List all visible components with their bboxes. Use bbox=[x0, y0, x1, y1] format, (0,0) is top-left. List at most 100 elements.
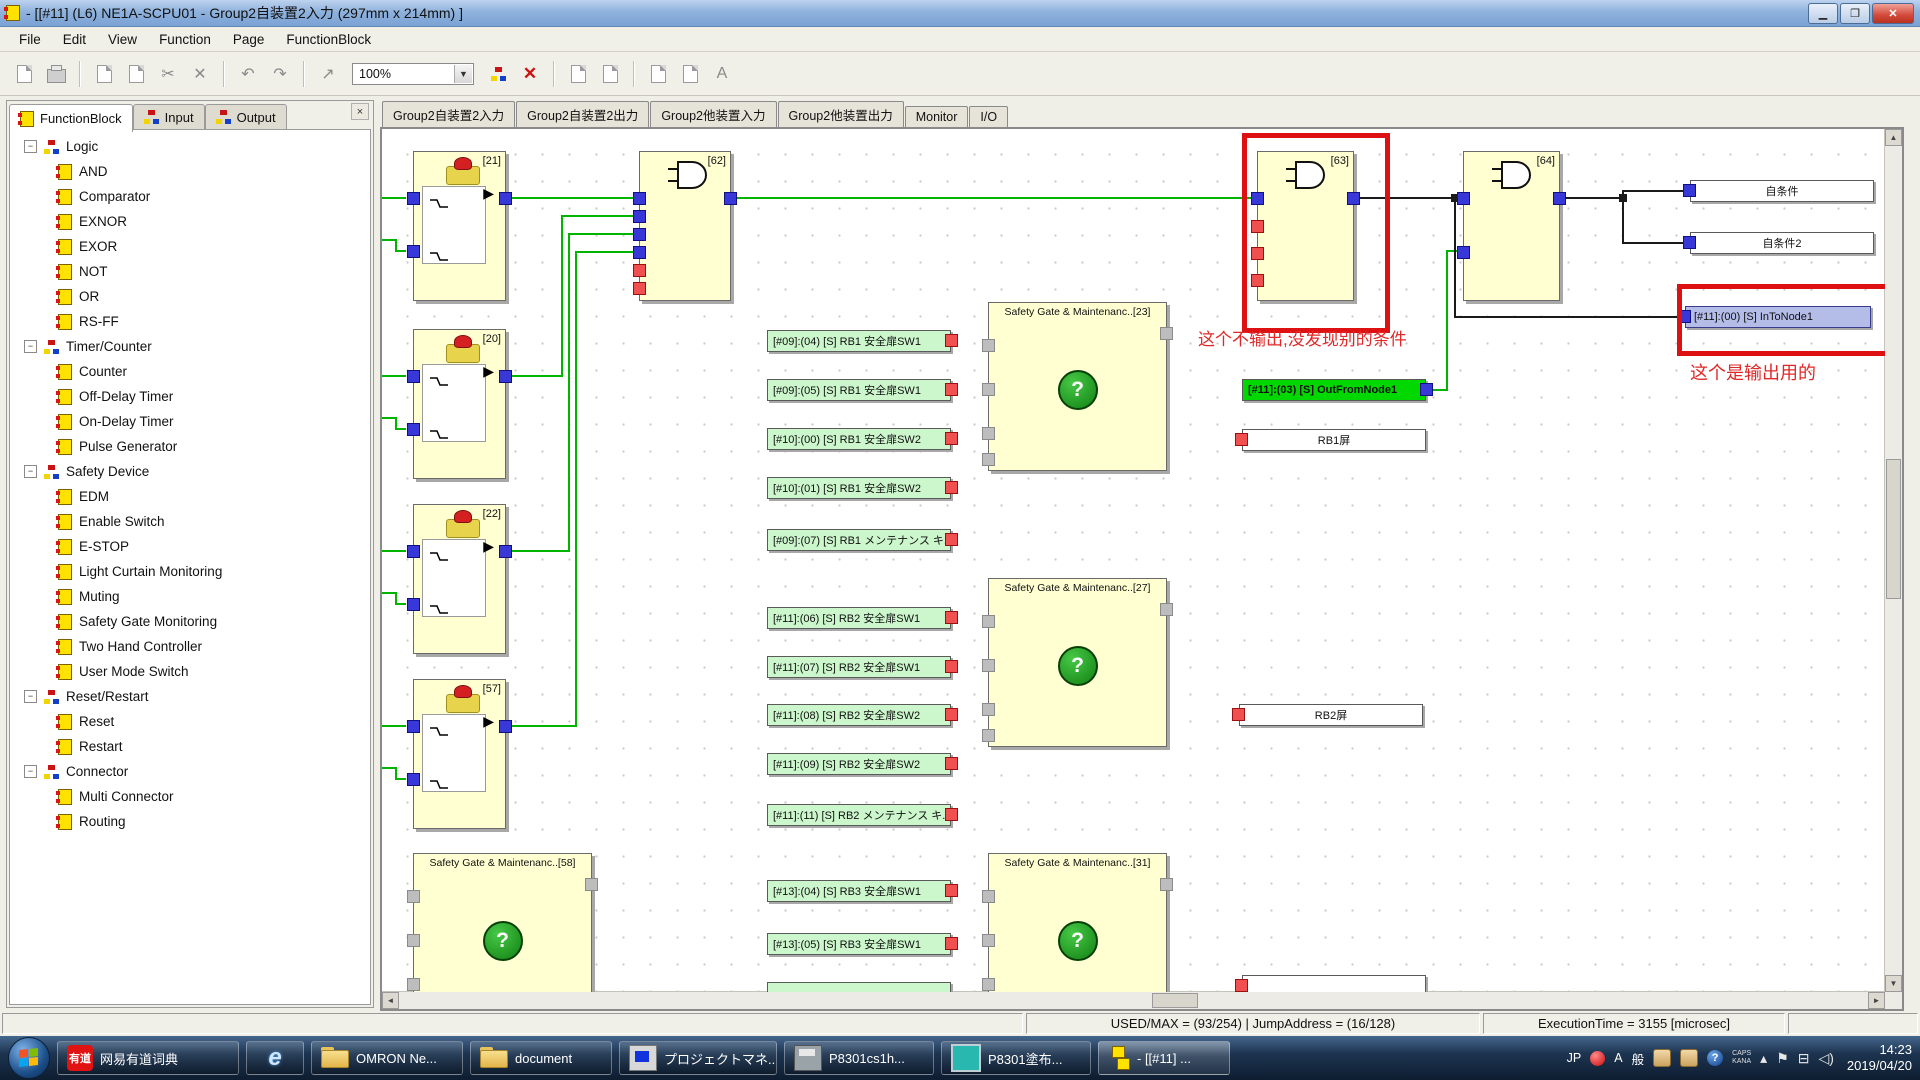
unconnected-pin[interactable] bbox=[407, 934, 420, 947]
tree-item[interactable]: − Routing bbox=[10, 809, 370, 834]
estop-block[interactable]: [21] ▶ bbox=[413, 151, 506, 301]
input-pin[interactable] bbox=[407, 245, 420, 258]
input-pin[interactable] bbox=[633, 246, 646, 259]
input-pin[interactable] bbox=[1457, 246, 1470, 259]
scroll-down-icon[interactable]: ▼ bbox=[1885, 975, 1902, 992]
unconnected-pin[interactable] bbox=[982, 890, 995, 903]
tree-item[interactable]: − Two Hand Controller bbox=[10, 634, 370, 659]
tree-item[interactable]: − Muting bbox=[10, 584, 370, 609]
input-pin[interactable] bbox=[1457, 192, 1470, 205]
input-tag[interactable]: [#09]:(05) [S] RB1 安全扉SW1 bbox=[767, 379, 951, 401]
input-tag[interactable]: [#10]:(01) [S] RB1 安全扉SW2 bbox=[767, 477, 951, 499]
tab-functionblock[interactable]: FunctionBlock bbox=[9, 104, 133, 132]
output-pin[interactable] bbox=[724, 192, 737, 205]
safety-gate-block[interactable]: Safety Gate & Maintenanc..[58] ? bbox=[413, 853, 592, 992]
tree-item[interactable]: − EXOR bbox=[10, 234, 370, 259]
tree-item[interactable]: − Pulse Generator bbox=[10, 434, 370, 459]
unconnected-pin[interactable] bbox=[633, 264, 646, 277]
horizontal-scroll-thumb[interactable] bbox=[1152, 993, 1198, 1008]
taskbar-button-document-folder[interactable]: document bbox=[470, 1041, 612, 1075]
safety-gate-block[interactable]: Safety Gate & Maintenanc..[31] ? bbox=[988, 853, 1167, 992]
menu-item[interactable]: FunctionBlock bbox=[275, 29, 382, 50]
menu-item[interactable]: File bbox=[8, 29, 52, 50]
menu-item[interactable]: Function bbox=[148, 29, 222, 50]
page-tab[interactable]: Group2他装置入力 bbox=[650, 101, 776, 127]
input-pin[interactable] bbox=[407, 598, 420, 611]
page-tab[interactable]: I/O bbox=[969, 106, 1008, 127]
volume-icon[interactable]: ◁) bbox=[1818, 1050, 1833, 1067]
unconnected-pin[interactable] bbox=[982, 453, 995, 466]
input-tag[interactable]: [#11]:(08) [S] RB2 安全扉SW2 bbox=[767, 704, 951, 726]
input-pin[interactable] bbox=[407, 545, 420, 558]
input-pin[interactable] bbox=[633, 228, 646, 241]
safety-gate-block[interactable]: Safety Gate & Maintenanc..[27] ? bbox=[988, 578, 1167, 747]
network-status-icon[interactable]: ⊟ bbox=[1798, 1050, 1810, 1067]
action-center-flag-icon[interactable]: ⚑ bbox=[1776, 1050, 1789, 1067]
unconnected-pin[interactable] bbox=[982, 427, 995, 440]
unconnected-pin[interactable] bbox=[982, 729, 995, 742]
estop-block[interactable]: [20] ▶ bbox=[413, 329, 506, 479]
estop-block[interactable]: [22] ▶ bbox=[413, 504, 506, 654]
out-from-node-tag[interactable]: [#11]:(03) [S] OutFromNode1 bbox=[1242, 379, 1426, 401]
scroll-right-icon[interactable]: ► bbox=[1868, 992, 1885, 1009]
input-pin[interactable] bbox=[407, 423, 420, 436]
tree-item[interactable]: − Restart bbox=[10, 734, 370, 759]
tree-item[interactable]: − Multi Connector bbox=[10, 784, 370, 809]
tray-red-icon[interactable] bbox=[1590, 1051, 1605, 1066]
tree-collapse-icon[interactable]: − bbox=[24, 765, 37, 778]
panel-close-icon[interactable]: × bbox=[351, 103, 369, 120]
unconnected-pin[interactable] bbox=[982, 615, 995, 628]
scroll-left-icon[interactable]: ◄ bbox=[382, 992, 399, 1009]
delete-functionblock-icon[interactable]: ✕ bbox=[516, 61, 544, 87]
scroll-up-icon[interactable]: ▲ bbox=[1885, 129, 1902, 146]
vertical-scroll-thumb[interactable] bbox=[1886, 459, 1901, 599]
input-tag[interactable]: [#09]:(07) [S] RB1 メンテナンス キ... bbox=[767, 529, 951, 551]
report-icon[interactable] bbox=[676, 61, 704, 87]
unconnected-pin[interactable] bbox=[407, 978, 420, 991]
unconnected-pin[interactable] bbox=[982, 978, 995, 991]
input-tag-partial[interactable] bbox=[767, 982, 951, 992]
output-condition-tag[interactable]: 自条件 bbox=[1690, 180, 1874, 202]
input-tag[interactable]: [#13]:(04) [S] RB3 安全扉SW1 bbox=[767, 880, 951, 902]
undo-icon[interactable]: ↶ bbox=[234, 61, 262, 87]
cut-icon[interactable]: ✂ bbox=[154, 61, 182, 87]
tree-collapse-icon[interactable]: − bbox=[24, 690, 37, 703]
input-tag[interactable]: [#09]:(04) [S] RB1 安全扉SW1 bbox=[767, 330, 951, 352]
input-pin[interactable] bbox=[407, 773, 420, 786]
tree-item[interactable]: − Reset bbox=[10, 709, 370, 734]
rb2-tag[interactable]: RB2屏 bbox=[1239, 704, 1423, 726]
ime-conversion-mode[interactable]: 般 bbox=[1632, 1049, 1645, 1068]
tree-item[interactable]: − Enable Switch bbox=[10, 509, 370, 534]
tree-item[interactable]: − User Mode Switch bbox=[10, 659, 370, 684]
input-tag[interactable]: [#10]:(00) [S] RB1 安全扉SW2 bbox=[767, 428, 951, 450]
tree-item[interactable]: − Comparator bbox=[10, 184, 370, 209]
input-pin[interactable] bbox=[407, 370, 420, 383]
tab-input[interactable]: Input bbox=[133, 104, 205, 129]
and-block[interactable]: [62] bbox=[639, 151, 731, 301]
tree-item[interactable]: − Counter bbox=[10, 359, 370, 384]
ime-language[interactable]: JP bbox=[1567, 1051, 1582, 1065]
tree-item[interactable]: − E-STOP bbox=[10, 534, 370, 559]
tab-output[interactable]: Output bbox=[205, 104, 287, 129]
rb3-tag-partial[interactable] bbox=[1242, 975, 1426, 992]
tree-collapse-icon[interactable]: − bbox=[24, 140, 37, 153]
close-button[interactable]: ✕ bbox=[1872, 3, 1914, 24]
output-pin[interactable] bbox=[499, 192, 512, 205]
output-pin[interactable] bbox=[499, 720, 512, 733]
remove-page-icon[interactable] bbox=[596, 61, 624, 87]
tree-item[interactable]: − Light Curtain Monitoring bbox=[10, 559, 370, 584]
show-hidden-icons-icon[interactable]: ▴ bbox=[1760, 1050, 1767, 1067]
copy-icon[interactable] bbox=[90, 61, 118, 87]
redo-icon[interactable]: ↷ bbox=[266, 61, 294, 87]
unconnected-pin[interactable] bbox=[982, 339, 995, 352]
output-condition-tag[interactable]: 自条件2 bbox=[1690, 232, 1874, 254]
tree-collapse-icon[interactable]: − bbox=[24, 465, 37, 478]
tree-collapse-icon[interactable]: − bbox=[24, 340, 37, 353]
safety-gate-block[interactable]: Safety Gate & Maintenanc..[23] ? bbox=[988, 302, 1167, 471]
input-tag[interactable]: [#11]:(07) [S] RB2 安全扉SW1 bbox=[767, 656, 951, 678]
tree-item[interactable]: − Safety Gate Monitoring bbox=[10, 609, 370, 634]
add-functionblock-icon[interactable] bbox=[484, 61, 512, 87]
unconnected-pin[interactable] bbox=[982, 703, 995, 716]
input-tag[interactable]: [#11]:(11) [S] RB2 メンテナンス キ... bbox=[767, 804, 951, 826]
tree-item[interactable]: − Reset/Restart bbox=[10, 684, 370, 709]
